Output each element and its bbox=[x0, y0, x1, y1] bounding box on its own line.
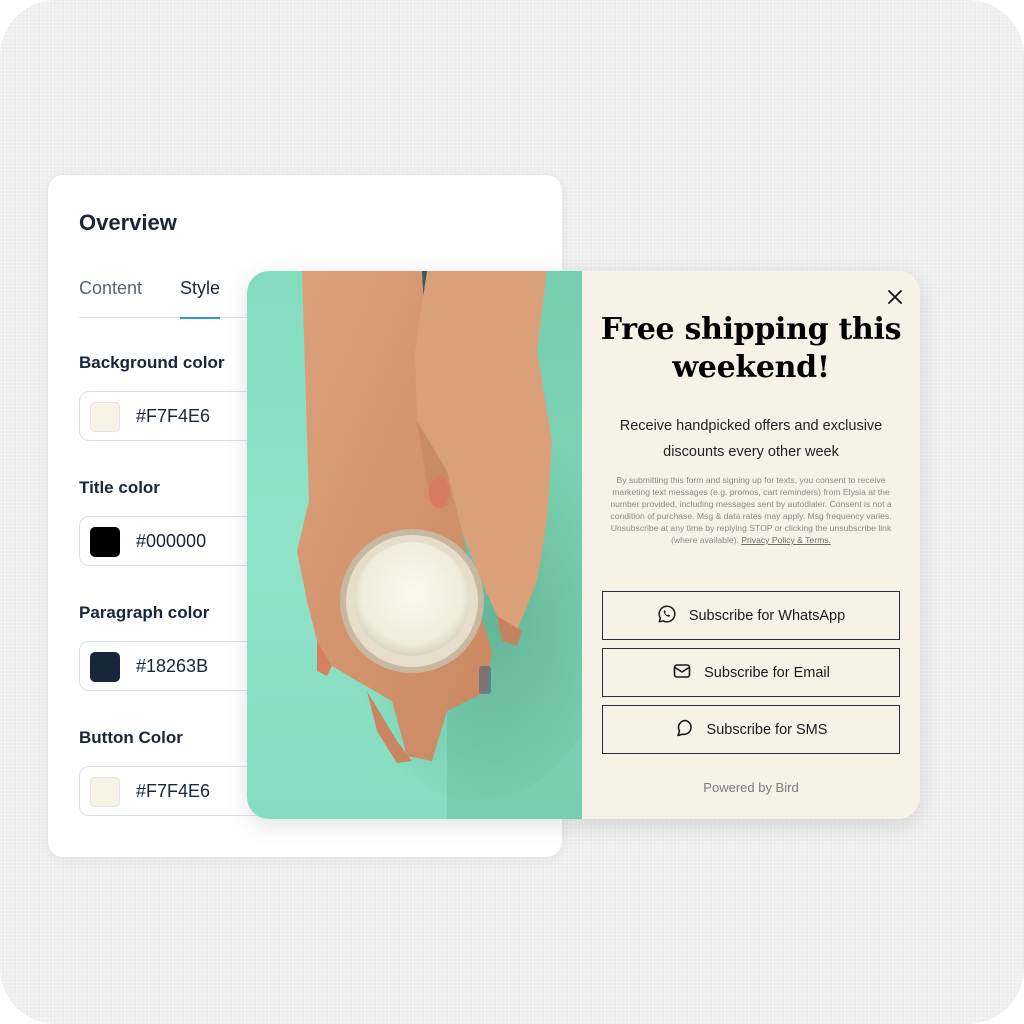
hands-holding-jar-illustration bbox=[297, 271, 582, 819]
popup-title: Free shipping this weekend! bbox=[600, 312, 902, 385]
tab-content[interactable]: Content bbox=[79, 278, 142, 318]
subscribe-whatsapp-button[interactable]: Subscribe for WhatsApp bbox=[602, 591, 900, 640]
popup-subtitle: Receive handpicked offers and exclusive … bbox=[619, 418, 883, 460]
privacy-terms-link[interactable]: Privacy Policy & Terms. bbox=[741, 535, 831, 545]
color-value: #F7F4E6 bbox=[136, 406, 211, 426]
panel-title: Overview bbox=[79, 210, 177, 235]
powered-by-footer: Powered by Bird bbox=[703, 780, 799, 795]
button-label: Subscribe for SMS bbox=[706, 721, 828, 738]
color-swatch[interactable] bbox=[90, 527, 120, 557]
color-value: #F7F4E6 bbox=[136, 781, 211, 801]
color-value: #18263B bbox=[136, 656, 209, 676]
title-color-label: Title color bbox=[79, 478, 160, 497]
chat-bubble-icon bbox=[675, 718, 695, 742]
tab-style[interactable]: Style bbox=[180, 278, 221, 319]
close-icon[interactable] bbox=[886, 288, 904, 306]
color-swatch[interactable] bbox=[90, 777, 120, 807]
subscribe-email-button[interactable]: Subscribe for Email bbox=[602, 648, 900, 697]
legal-disclaimer: By submitting this form and signing up f… bbox=[600, 474, 902, 546]
product-image bbox=[247, 271, 582, 819]
subscribe-sms-button[interactable]: Subscribe for SMS bbox=[602, 705, 900, 754]
popup-content: Free shipping this weekend! Receive hand… bbox=[582, 271, 920, 819]
color-swatch[interactable] bbox=[90, 402, 120, 432]
background-color-label: Background color bbox=[79, 353, 225, 372]
mail-icon bbox=[672, 661, 692, 685]
button-color-label: Button Color bbox=[79, 728, 183, 747]
button-label: Subscribe for WhatsApp bbox=[688, 607, 846, 624]
color-value: #000000 bbox=[136, 531, 207, 551]
color-swatch[interactable] bbox=[90, 652, 120, 682]
button-label: Subscribe for Email bbox=[704, 664, 830, 681]
whatsapp-icon bbox=[657, 604, 677, 628]
signup-popup: Free shipping this weekend! Receive hand… bbox=[247, 271, 920, 819]
paragraph-color-label: Paragraph color bbox=[79, 603, 210, 622]
